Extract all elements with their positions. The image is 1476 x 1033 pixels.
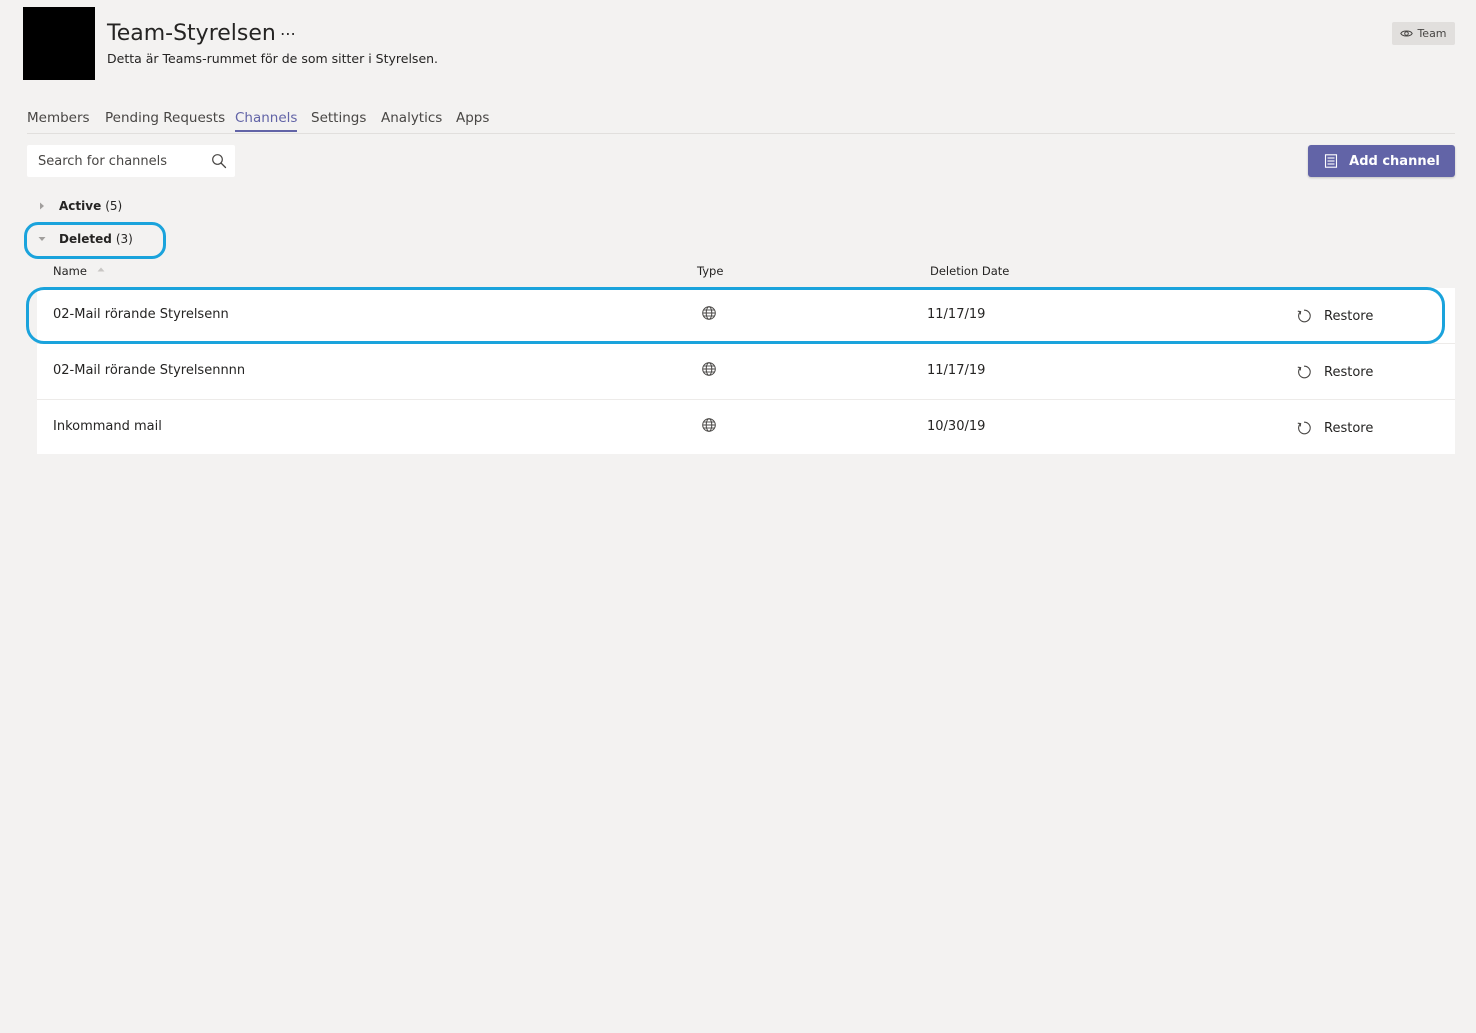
restore-button[interactable]: Restore: [1296, 364, 1373, 380]
restore-button[interactable]: Restore: [1296, 420, 1373, 436]
tab-settings[interactable]: Settings: [311, 109, 366, 127]
restore-icon: [1297, 309, 1311, 323]
globe-icon: [702, 362, 716, 376]
tab-apps[interactable]: Apps: [456, 109, 489, 127]
tab-members[interactable]: Members: [27, 109, 90, 127]
search-icon[interactable]: [211, 153, 227, 169]
tab-bar: Members Pending Requests Channels Settin…: [27, 107, 1455, 134]
section-active-label: Active: [59, 199, 102, 213]
section-deleted-count: (3): [115, 232, 133, 246]
chevron-down-icon: [38, 235, 46, 243]
add-channel-button[interactable]: Add channel: [1308, 145, 1455, 177]
sort-ascending-icon: [97, 267, 105, 272]
channel-name: Inkommand mail: [53, 419, 162, 434]
restore-label: Restore: [1324, 308, 1374, 324]
team-badge[interactable]: Team: [1392, 22, 1455, 45]
column-header-name[interactable]: Name: [53, 264, 87, 278]
section-active[interactable]: Active (5): [38, 197, 122, 215]
search-input[interactable]: [38, 151, 203, 171]
restore-label: Restore: [1324, 364, 1374, 380]
globe-icon: [702, 306, 716, 320]
column-header-deletion-date[interactable]: Deletion Date: [930, 264, 1009, 278]
deletion-date: 11/17/19: [927, 363, 986, 378]
restore-icon: [1297, 365, 1311, 379]
deleted-channels-table: 02-Mail rörande Styrelsenn 11/17/19 Rest…: [37, 288, 1455, 454]
section-active-count: (5): [105, 199, 123, 213]
section-deleted[interactable]: Deleted (3): [38, 230, 133, 248]
restore-button[interactable]: Restore: [1296, 308, 1373, 324]
restore-icon: [1297, 421, 1311, 435]
tab-analytics[interactable]: Analytics: [381, 109, 442, 127]
team-description: Detta är Teams-rummet för de som sitter …: [107, 51, 439, 66]
section-deleted-label: Deleted: [59, 232, 112, 246]
restore-label: Restore: [1324, 420, 1374, 436]
column-header-type[interactable]: Type: [697, 264, 723, 278]
channel-name: 02-Mail rörande Styrelsennnn: [53, 363, 246, 378]
channel-name: 02-Mail rörande Styrelsenn: [53, 307, 229, 322]
team-avatar: [23, 7, 95, 80]
team-title: Team-Styrelsen: [107, 21, 276, 46]
more-options-icon[interactable]: ⋯: [280, 22, 296, 46]
deletion-date: 10/30/19: [927, 419, 986, 434]
table-row: 02-Mail rörande Styrelsenn 11/17/19 Rest…: [37, 288, 1455, 344]
tab-pending-requests[interactable]: Pending Requests: [105, 109, 225, 127]
deletion-date: 11/17/19: [927, 307, 986, 322]
add-channel-icon: [1325, 154, 1338, 168]
table-row: 02-Mail rörande Styrelsennnn 11/17/19 Re…: [37, 344, 1455, 400]
table-row: Inkommand mail 10/30/19 Restore: [37, 400, 1455, 454]
globe-icon: [702, 418, 716, 432]
add-channel-label: Add channel: [1349, 153, 1440, 169]
search-box: [27, 145, 235, 177]
eye-icon: [1400, 30, 1414, 37]
chevron-right-icon: [38, 202, 46, 210]
tab-channels[interactable]: Channels: [235, 109, 298, 132]
team-badge-label: Team: [1417, 27, 1447, 40]
